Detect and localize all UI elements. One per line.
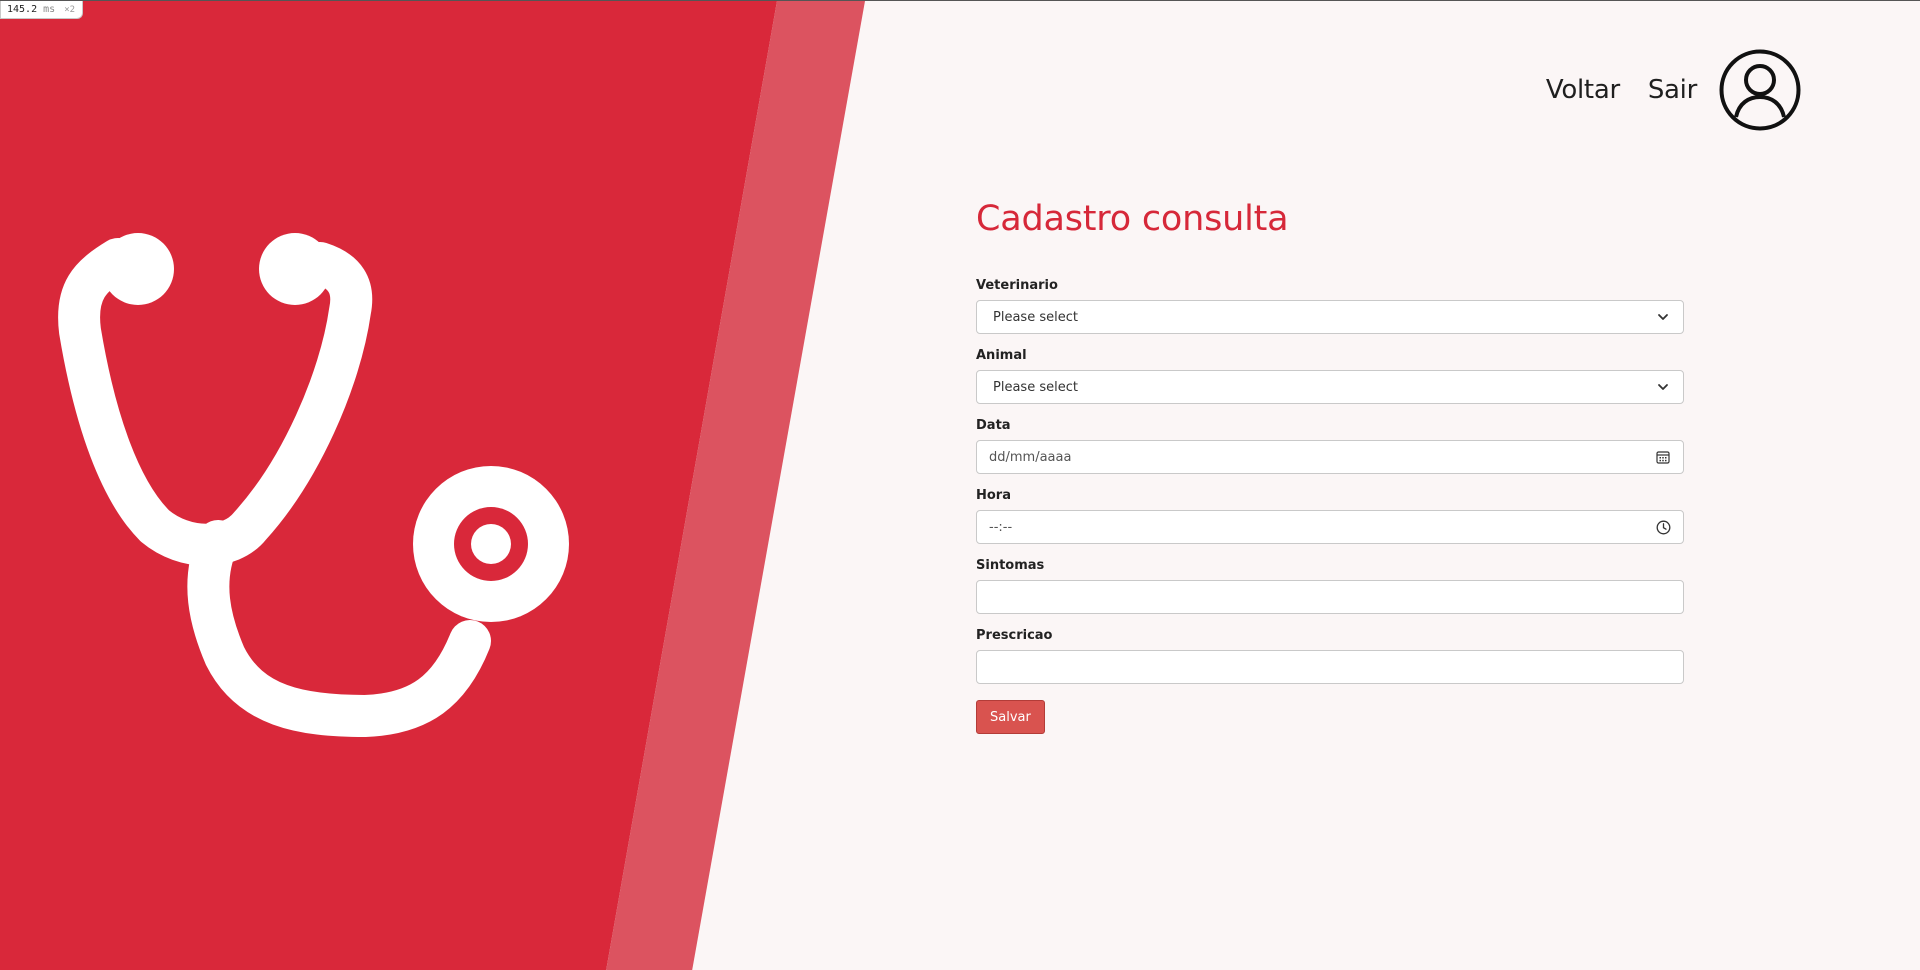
chevron-down-icon: [1655, 379, 1671, 395]
prescription-input[interactable]: [976, 650, 1684, 684]
date-field: Data dd/mm/aaaa: [976, 418, 1684, 474]
clock-icon[interactable]: [1655, 519, 1671, 535]
time-placeholder: --:--: [989, 519, 1013, 535]
prescription-label: Prescricao: [976, 628, 1053, 643]
render-time-value: 145.2: [7, 4, 38, 15]
date-label: Data: [976, 418, 1011, 433]
animal-label: Animal: [976, 348, 1027, 363]
animal-field: Animal Please select: [976, 348, 1684, 404]
top-navigation: Voltar Sair: [1546, 49, 1801, 131]
animal-select[interactable]: Please select: [976, 370, 1684, 404]
red-panel: [0, 1, 777, 970]
chevron-down-icon: [1655, 309, 1671, 325]
date-placeholder: dd/mm/aaaa: [989, 449, 1072, 465]
logout-link[interactable]: Sair: [1648, 75, 1697, 105]
vet-field: Veterinario Please select: [976, 278, 1684, 334]
save-button[interactable]: Salvar: [976, 700, 1045, 734]
page: 145.2 ms ×2 Voltar Sair Cadastro consult…: [0, 0, 1920, 970]
back-link[interactable]: Voltar: [1546, 75, 1620, 105]
vet-select-value: Please select: [993, 309, 1078, 325]
animal-select-value: Please select: [993, 379, 1078, 395]
symptoms-label: Sintomas: [976, 558, 1045, 573]
user-circle-icon[interactable]: [1719, 49, 1801, 131]
render-time-badge: 145.2 ms ×2: [0, 1, 84, 19]
vet-label: Veterinario: [976, 278, 1058, 293]
render-time-multiplier: ×2: [64, 5, 76, 15]
time-input[interactable]: --:--: [976, 510, 1684, 544]
appointment-form: Cadastro consulta Veterinario Please sel…: [976, 196, 1684, 734]
page-title: Cadastro consulta: [976, 199, 1289, 239]
stethoscope-icon: [58, 233, 569, 737]
time-field: Hora --:--: [976, 488, 1684, 544]
prescription-field: Prescricao: [976, 628, 1684, 684]
calendar-icon[interactable]: [1655, 449, 1671, 465]
symptoms-field: Sintomas: [976, 558, 1684, 614]
vet-select[interactable]: Please select: [976, 300, 1684, 334]
render-time-unit: ms: [43, 4, 56, 15]
time-label: Hora: [976, 488, 1011, 503]
symptoms-input[interactable]: [976, 580, 1684, 614]
pink-stripe: [606, 1, 865, 970]
date-input[interactable]: dd/mm/aaaa: [976, 440, 1684, 474]
